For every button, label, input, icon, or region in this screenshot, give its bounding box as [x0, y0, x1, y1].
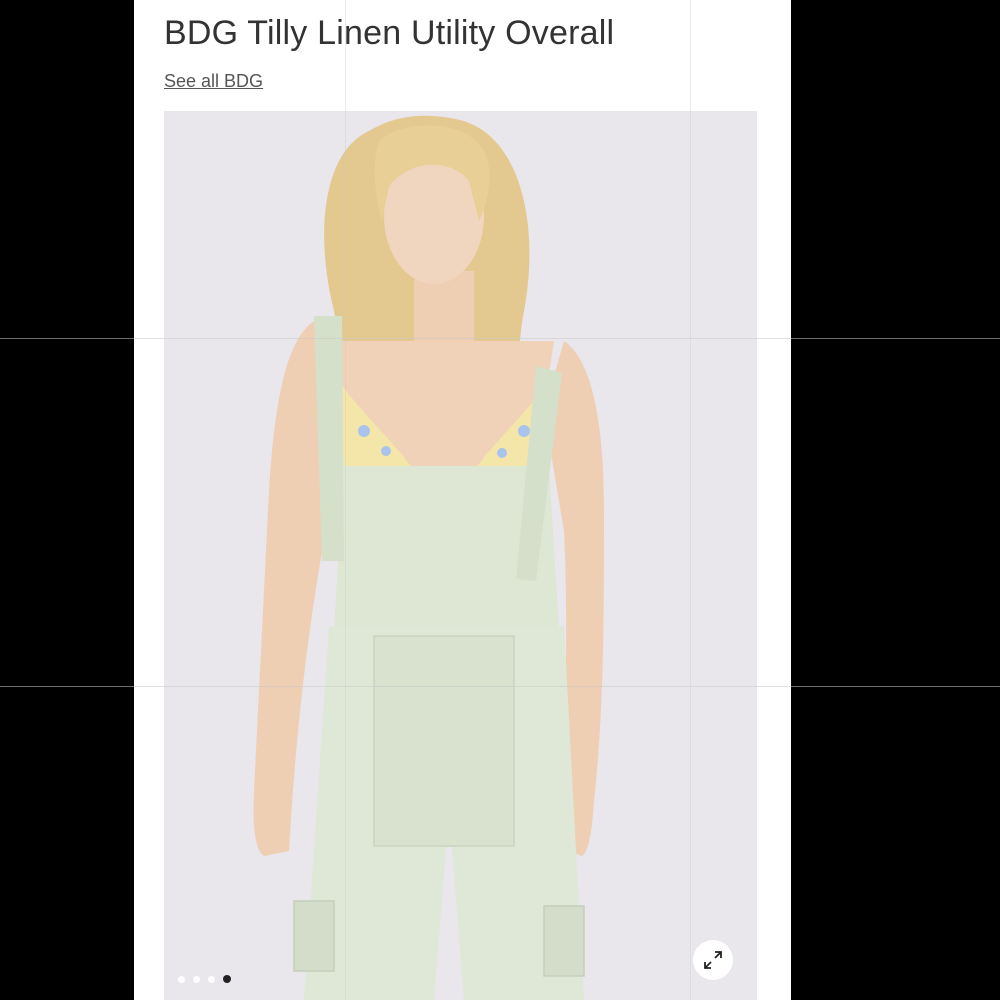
- grid-line: [690, 0, 691, 1000]
- grid-line: [345, 0, 346, 1000]
- screen: BDG Tilly Linen Utility Overall See all …: [0, 0, 1000, 1000]
- grid-line: [0, 338, 1000, 339]
- see-all-brand-link[interactable]: See all BDG: [164, 71, 263, 92]
- product-photo: [164, 111, 757, 1000]
- carousel-dot-3[interactable]: [208, 975, 215, 983]
- expand-image-button[interactable]: [693, 940, 733, 980]
- product-image-gallery[interactable]: [164, 111, 757, 1000]
- carousel-dot-1[interactable]: [178, 975, 185, 983]
- product-panel: BDG Tilly Linen Utility Overall See all …: [134, 0, 791, 1000]
- expand-arrows-icon: [704, 951, 722, 969]
- grid-line: [0, 686, 1000, 687]
- product-title: BDG Tilly Linen Utility Overall: [164, 14, 615, 52]
- carousel-dot-4[interactable]: [223, 975, 231, 983]
- carousel-dots: [178, 975, 231, 983]
- carousel-dot-2[interactable]: [193, 975, 200, 983]
